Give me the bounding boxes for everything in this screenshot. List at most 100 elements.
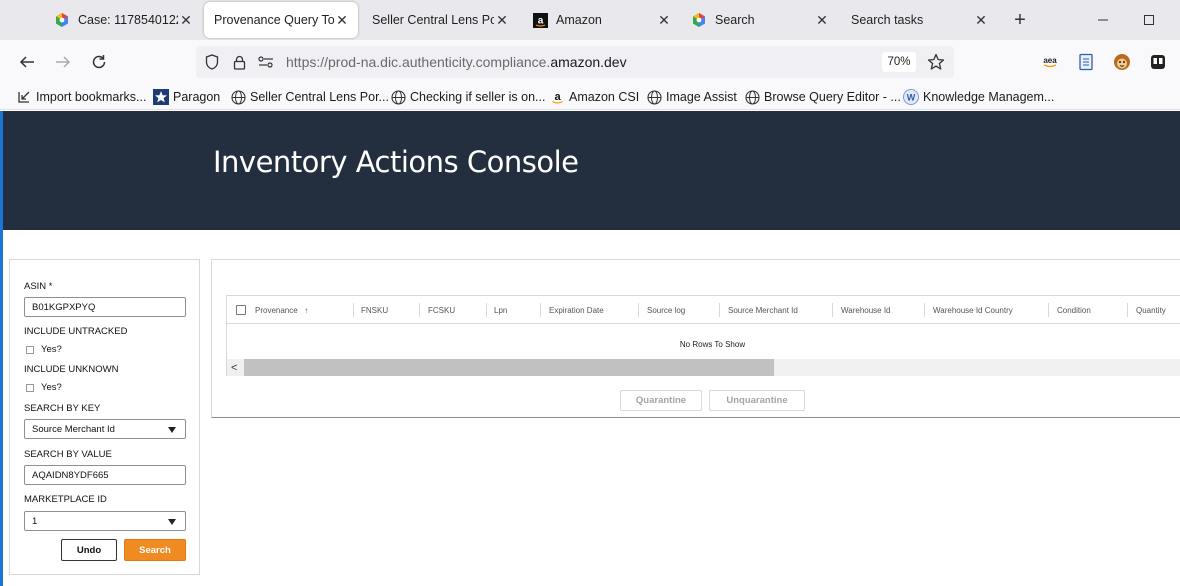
tab-seller-central-lens[interactable]: Seller Central Lens Porta ✕ <box>362 2 518 38</box>
globe-icon <box>390 89 406 105</box>
column-header-warehouse-id[interactable]: Warehouse Id <box>841 296 891 324</box>
unquarantine-button[interactable]: Unquarantine <box>709 390 805 411</box>
google-tag-icon <box>54 12 70 28</box>
close-icon[interactable]: ✕ <box>178 12 194 28</box>
column-separator[interactable] <box>540 303 541 317</box>
bookmark-import[interactable]: Import bookmarks... <box>16 88 146 106</box>
navigation-toolbar: https://prod-na.dic.authenticity.complia… <box>0 40 1180 84</box>
select-all-checkbox[interactable] <box>236 305 246 315</box>
column-separator[interactable] <box>719 303 720 317</box>
globe-icon <box>744 89 760 105</box>
column-header-expiration-date[interactable]: Expiration Date <box>549 296 604 324</box>
column-header-source-log[interactable]: Source log <box>647 296 685 324</box>
column-header-lpn[interactable]: Lpn <box>494 296 507 324</box>
column-header-warehouse-id-country[interactable]: Warehouse Id Country <box>933 296 1013 324</box>
tab-amazon[interactable]: a Amazon ✕ <box>522 2 680 38</box>
tab-title: Search tasks <box>851 13 924 27</box>
shield-icon[interactable] <box>204 54 220 70</box>
column-separator[interactable] <box>924 303 925 317</box>
column-header-source-merchant-id[interactable]: Source Merchant Id <box>728 296 798 324</box>
column-header-provenance[interactable]: Provenance ↑ <box>255 296 308 324</box>
scroll-left-arrow-icon[interactable]: < <box>231 362 237 374</box>
bookmarks-toolbar: Import bookmarks... Paragon Seller Centr… <box>0 84 1180 110</box>
dropdown-arrow-icon <box>168 427 176 433</box>
lock-icon[interactable] <box>231 54 247 70</box>
column-separator[interactable] <box>638 303 639 317</box>
column-separator[interactable] <box>419 303 420 317</box>
bookmark-label: Seller Central Lens Por... <box>250 90 389 104</box>
minimize-button[interactable] <box>1093 10 1113 30</box>
include-untracked-checkbox[interactable] <box>26 346 34 354</box>
column-header-quantity[interactable]: Quantity <box>1136 296 1166 324</box>
column-separator[interactable] <box>353 303 354 317</box>
include-unknown-checkbox[interactable] <box>26 384 34 392</box>
maximize-button[interactable] <box>1139 10 1159 30</box>
bookmark-label: Amazon CSI <box>569 90 640 104</box>
close-icon[interactable]: ✕ <box>334 12 350 28</box>
bookmark-star-icon[interactable] <box>926 52 946 72</box>
close-icon[interactable]: ✕ <box>656 12 672 28</box>
bookmark-amazon-csi[interactable]: a Amazon CSI <box>549 88 639 106</box>
url-text[interactable]: https://prod-na.dic.authenticity.complia… <box>286 54 627 70</box>
reload-button[interactable] <box>87 50 111 74</box>
bookmark-paragon[interactable]: Paragon <box>153 88 220 106</box>
dropdown-arrow-icon <box>168 519 176 525</box>
column-separator[interactable] <box>1127 303 1128 317</box>
include-untracked-option-label: Yes? <box>41 344 62 355</box>
bookmark-label: Import bookmarks... <box>36 90 147 104</box>
bookmark-checking-seller[interactable]: Checking if seller is on... <box>390 88 545 106</box>
search-by-key-select[interactable]: Source Merchant Id <box>24 419 186 439</box>
zoom-level-button[interactable]: 70% <box>882 52 916 72</box>
search-by-value-input[interactable]: AQAIDN8YDF665 <box>24 465 186 485</box>
site-permissions-icon[interactable] <box>258 54 274 70</box>
marketplace-id-label: MARKETPLACE ID <box>24 494 107 505</box>
close-icon[interactable]: ✕ <box>814 12 830 28</box>
bookmark-browse-query-editor[interactable]: Browse Query Editor - ... <box>744 88 901 106</box>
tab-title: Seller Central Lens Porta <box>372 13 494 27</box>
column-separator[interactable] <box>832 303 833 317</box>
search-button[interactable]: Search <box>124 539 186 561</box>
scrollbar-thumb[interactable] <box>244 359 774 376</box>
window-left-edge <box>0 111 3 586</box>
address-bar[interactable]: https://prod-na.dic.authenticity.complia… <box>196 46 954 78</box>
column-separator[interactable] <box>486 303 487 317</box>
undo-button[interactable]: Undo <box>61 539 117 561</box>
reader-extension-icon[interactable] <box>1076 52 1096 72</box>
extensions-menu-icon[interactable] <box>1148 52 1168 72</box>
tab-provenance-query-tool[interactable]: Provenance Query Tool ✕ <box>204 2 358 38</box>
bookmark-label: Browse Query Editor - ... <box>764 90 901 104</box>
bookmark-knowledge-management[interactable]: W Knowledge Managem... <box>903 88 1054 106</box>
tab-search[interactable]: Search ✕ <box>681 2 838 38</box>
svg-text:W: W <box>907 93 916 103</box>
tab-case[interactable]: Case: 11785401221 ✕ <box>44 2 202 38</box>
tab-strip: Case: 11785401221 ✕ Provenance Query Too… <box>0 0 1180 40</box>
monkey-extension-icon[interactable] <box>1112 52 1132 72</box>
horizontal-scrollbar[interactable]: < <box>227 359 1180 376</box>
tab-title: Search <box>715 13 755 27</box>
minimize-icon <box>1098 19 1108 21</box>
import-icon <box>16 89 32 105</box>
close-icon[interactable]: ✕ <box>494 12 510 28</box>
back-button[interactable] <box>15 50 39 74</box>
svg-text:a: a <box>537 15 543 26</box>
marketplace-id-select[interactable]: 1 <box>24 511 186 531</box>
svg-text:a: a <box>554 91 561 103</box>
bookmark-seller-central-lens[interactable]: Seller Central Lens Por... <box>230 88 389 106</box>
asin-input[interactable]: B01KGPXPYQ <box>24 297 186 317</box>
amazon-icon: a <box>549 89 565 105</box>
column-header-fnsku[interactable]: FNSKU <box>361 296 388 324</box>
column-header-condition[interactable]: Condition <box>1057 296 1091 324</box>
column-separator[interactable] <box>1048 303 1049 317</box>
tab-search-tasks[interactable]: Search tasks ✕ <box>841 2 997 38</box>
bookmark-image-assist[interactable]: Image Assist <box>646 88 737 106</box>
close-icon[interactable]: ✕ <box>973 12 989 28</box>
bookmark-label: Checking if seller is on... <box>410 90 546 104</box>
column-header-fcsku[interactable]: FCSKU <box>428 296 455 324</box>
amazon-assistant-extension-icon[interactable]: aea <box>1040 52 1060 72</box>
new-tab-button[interactable]: + <box>1010 9 1030 31</box>
page-header: Inventory Actions Console <box>0 111 1180 230</box>
quarantine-button[interactable]: Quarantine <box>620 390 702 411</box>
svg-text:aea: aea <box>1043 56 1057 65</box>
forward-button[interactable] <box>51 50 75 74</box>
maximize-icon <box>1144 15 1154 25</box>
